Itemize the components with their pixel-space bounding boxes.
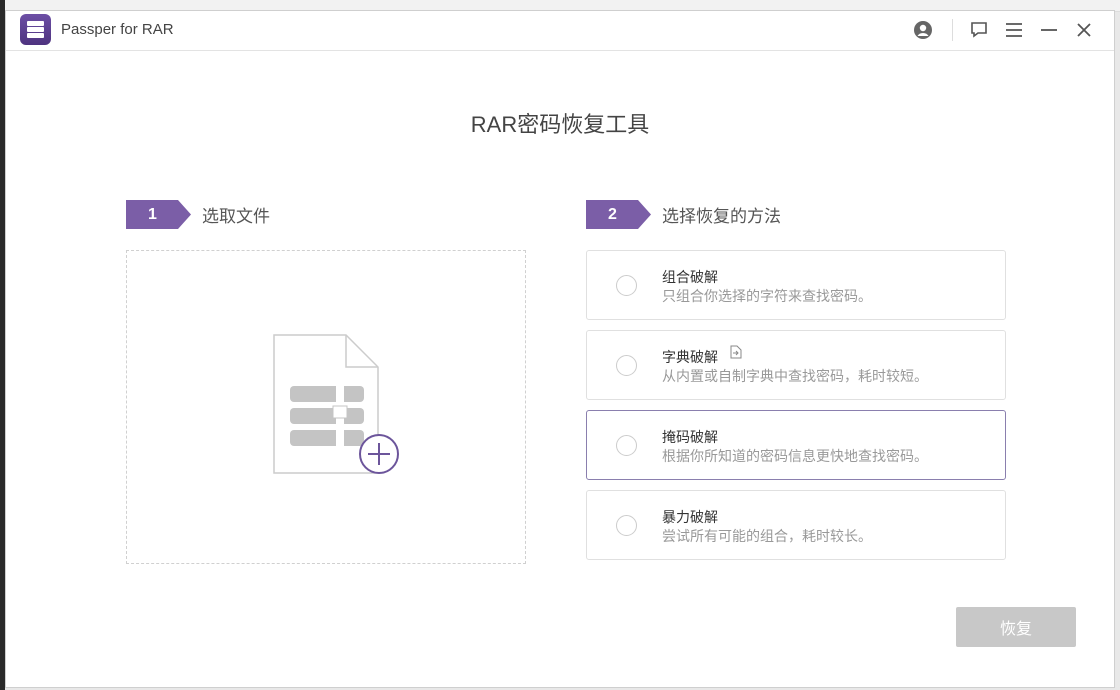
- app-window: Passper for RAR RAR密码恢复工具 1 选取文件 2 选择恢复的…: [5, 10, 1115, 688]
- option-description: 尝试所有可能的组合，耗时较长。: [662, 526, 872, 546]
- import-dictionary-icon[interactable]: [730, 345, 742, 359]
- option-description: 根据你所知道的密码信息更快地查找密码。: [662, 446, 928, 466]
- minimize-icon[interactable]: [1036, 17, 1062, 43]
- add-rar-file-icon: [272, 334, 402, 476]
- page-title: RAR密码恢复工具: [6, 107, 1114, 139]
- app-logo-icon: [20, 14, 51, 45]
- option-description: 从内置或自制字典中查找密码，耗时较短。: [662, 366, 928, 386]
- titlebar-divider: [952, 19, 953, 41]
- method-option-brute-force[interactable]: 暴力破解 尝试所有可能的组合，耗时较长。: [586, 490, 1006, 560]
- close-icon[interactable]: [1071, 17, 1097, 43]
- option-title: 组合破解: [662, 267, 718, 287]
- option-description: 只组合你选择的字符来查找密码。: [662, 286, 872, 306]
- method-option-combination[interactable]: 组合破解 只组合你选择的字符来查找密码。: [586, 250, 1006, 320]
- option-title: 暴力破解: [662, 507, 718, 527]
- step-1-label: 选取文件: [202, 202, 270, 227]
- option-title: 字典破解: [662, 347, 718, 367]
- window-title: Passper for RAR: [61, 21, 174, 38]
- option-title: 掩码破解: [662, 427, 718, 447]
- radio-button[interactable]: [616, 515, 637, 536]
- step-2: 2 选择恢复的方法: [586, 200, 781, 229]
- account-icon[interactable]: [910, 17, 936, 43]
- menu-icon[interactable]: [1001, 17, 1027, 43]
- radio-button[interactable]: [616, 275, 637, 296]
- recover-button[interactable]: 恢复: [956, 607, 1076, 647]
- feedback-icon[interactable]: [966, 17, 992, 43]
- radio-button[interactable]: [616, 435, 637, 456]
- method-option-mask[interactable]: 掩码破解 根据你所知道的密码信息更快地查找密码。: [586, 410, 1006, 480]
- radio-button[interactable]: [616, 355, 637, 376]
- step-2-label: 选择恢复的方法: [662, 202, 781, 227]
- step-2-badge: 2: [586, 200, 651, 229]
- method-option-dictionary[interactable]: 字典破解 从内置或自制字典中查找密码，耗时较短。: [586, 330, 1006, 400]
- file-drop-area[interactable]: [126, 250, 526, 564]
- title-bar: Passper for RAR: [6, 11, 1114, 51]
- step-1: 1 选取文件: [126, 200, 270, 229]
- step-1-badge: 1: [126, 200, 191, 229]
